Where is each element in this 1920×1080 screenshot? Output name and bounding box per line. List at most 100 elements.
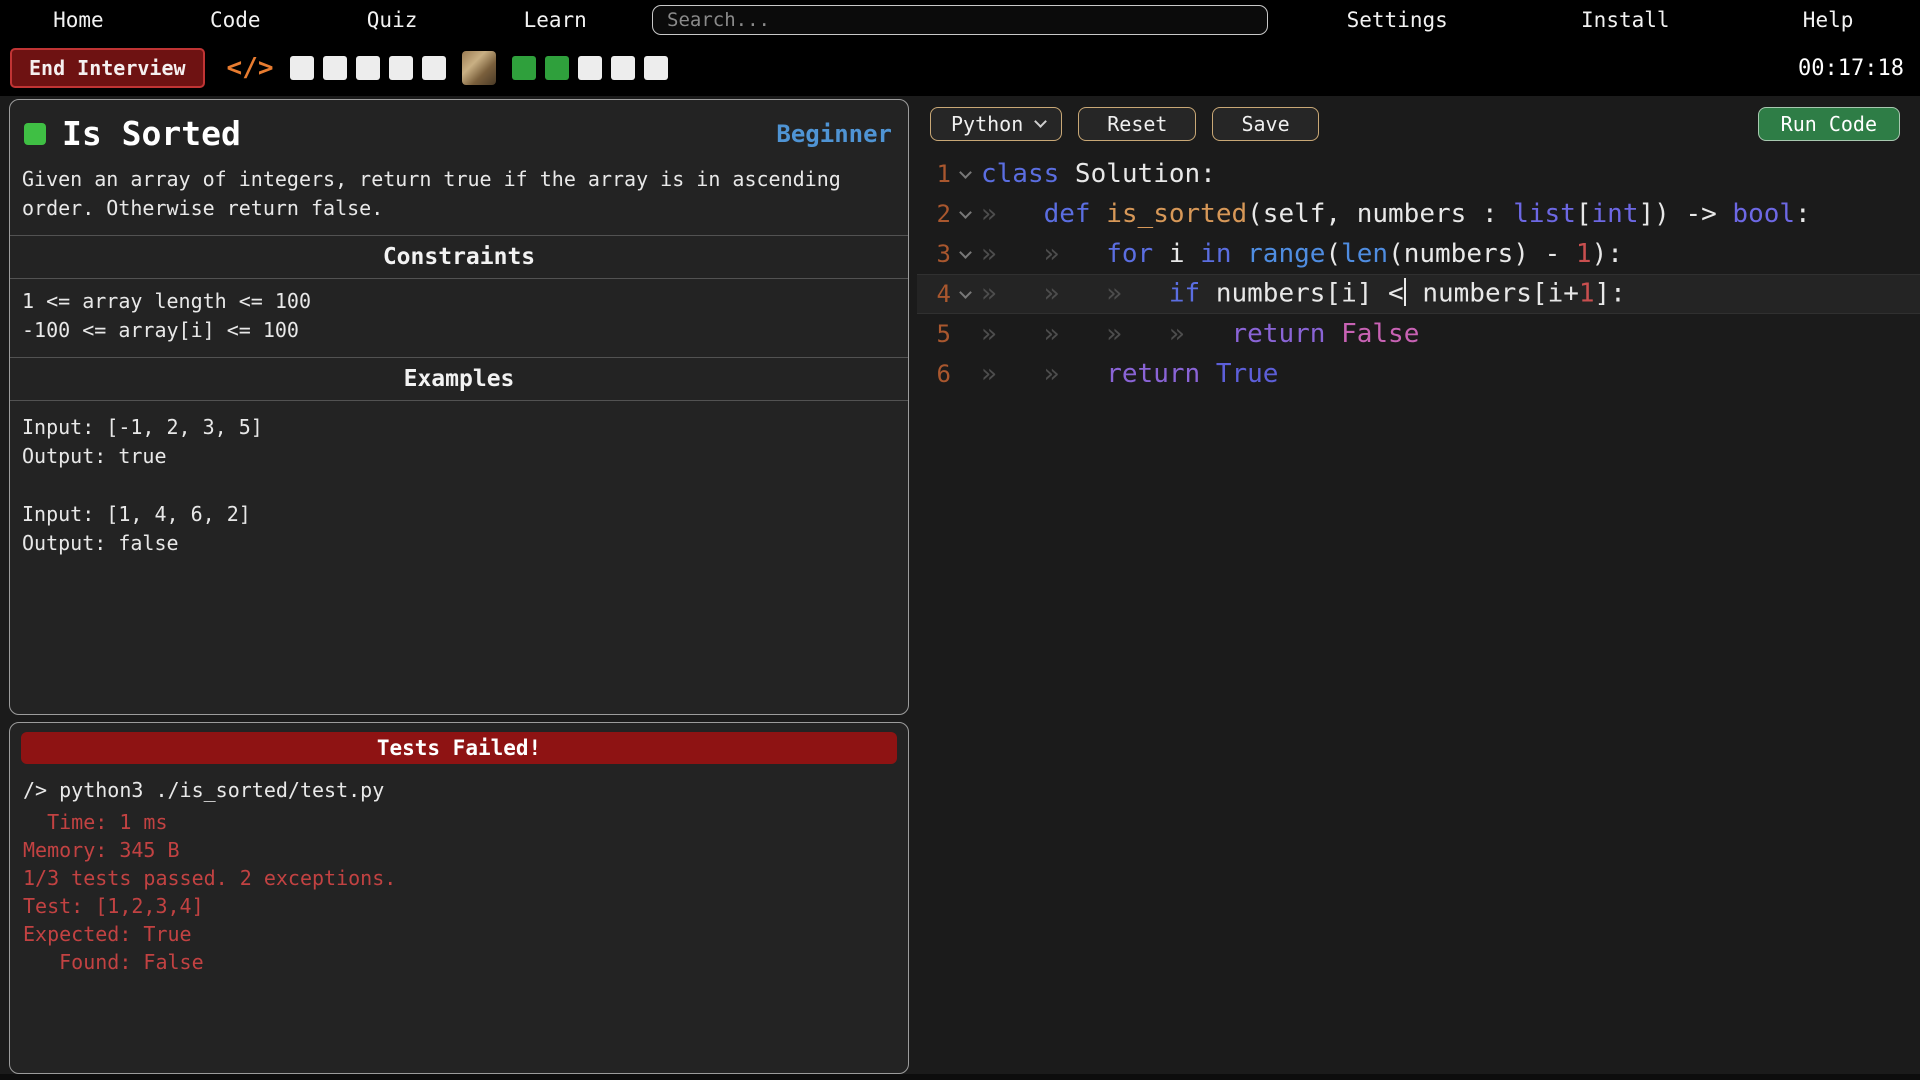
code-brackets-icon: </> — [227, 53, 274, 83]
progress-square-empty[interactable] — [389, 56, 413, 80]
progress-square-done[interactable] — [512, 56, 536, 80]
gutter: 3 — [917, 240, 981, 268]
token: len — [1341, 239, 1388, 269]
code-area[interactable]: 1 class Solution: 2» def is_sorted(self, n… — [917, 154, 1920, 394]
token: Solution: — [1059, 159, 1216, 189]
token: int — [1592, 199, 1639, 229]
fold-chevron-icon[interactable] — [959, 246, 972, 259]
constraint-line: 1 <= array length <= 100 — [22, 287, 896, 316]
example-block: Input: [-1, 2, 3, 5]Output: true — [22, 413, 896, 471]
progress-square-empty[interactable] — [644, 56, 668, 80]
code-line[interactable]: 2» def is_sorted(self, numbers : list[in… — [917, 194, 1920, 234]
gutter: 1 — [917, 160, 981, 188]
tests-status-banner: Tests Failed! — [21, 732, 897, 764]
problem-description: Given an array of integers, return true … — [10, 163, 908, 235]
run-code-button[interactable]: Run Code — [1758, 107, 1900, 141]
code-line[interactable]: 1 class Solution: — [917, 154, 1920, 194]
token — [1200, 359, 1216, 389]
problem-title: Is Sorted — [62, 114, 241, 153]
nav-item-settings[interactable]: Settings — [1347, 8, 1448, 32]
token: ): — [1592, 239, 1623, 269]
token: list — [1513, 199, 1576, 229]
code-text: » » for i in range(len(numbers) - 1): — [981, 239, 1623, 269]
nav-item-home[interactable]: Home — [53, 8, 104, 32]
token: return — [1106, 359, 1200, 389]
progress-square-empty[interactable] — [356, 56, 380, 80]
end-interview-button[interactable]: End Interview — [10, 48, 205, 88]
difficulty-badge: Beginner — [776, 120, 892, 148]
token: ( — [1325, 239, 1341, 269]
indent-marker: » — [1044, 319, 1107, 349]
test-output: Time: 1 msMemory: 345 B1/3 tests passed.… — [10, 808, 908, 976]
line-number: 5 — [931, 320, 951, 348]
save-button[interactable]: Save — [1212, 107, 1318, 141]
code-text: » » return True — [981, 359, 1278, 389]
indent-marker: » — [981, 239, 1044, 269]
indent-marker: » — [981, 319, 1044, 349]
language-select-value: Python — [951, 112, 1023, 136]
problem-status-icon — [24, 123, 46, 145]
indent-marker: » — [981, 199, 1044, 229]
language-select[interactable]: Python — [930, 107, 1062, 141]
progress-square-done[interactable] — [545, 56, 569, 80]
token: for — [1106, 239, 1153, 269]
code-line[interactable]: 5 » » » » return False — [917, 314, 1920, 354]
indent-marker: » — [1106, 279, 1169, 309]
token: ]) -> — [1639, 199, 1733, 229]
progress-squares-left — [290, 56, 446, 80]
examples-list: Input: [-1, 2, 3, 5]Output: true Input: [… — [10, 401, 908, 599]
code-line[interactable]: 6 » » return True — [917, 354, 1920, 394]
progress-square-empty[interactable] — [578, 56, 602, 80]
line-number: 6 — [931, 360, 951, 388]
code-text: » » » » return False — [981, 319, 1419, 349]
fold-chevron-icon[interactable] — [959, 166, 972, 179]
token: range — [1247, 239, 1325, 269]
example-block: Input: [1, 4, 6, 2]Output: false — [22, 500, 896, 558]
left-column: Is Sorted Beginner Given an array of int… — [9, 96, 909, 1074]
gutter: 4 — [917, 280, 981, 308]
progress-square-empty[interactable] — [323, 56, 347, 80]
token: i — [1153, 239, 1200, 269]
reset-button[interactable]: Reset — [1078, 107, 1196, 141]
token: numbers[i] < — [1200, 279, 1404, 309]
fold-slot — [951, 212, 979, 217]
token: False — [1341, 319, 1419, 349]
divider — [10, 357, 908, 358]
progress-square-empty[interactable] — [422, 56, 446, 80]
indent-marker: » — [1106, 319, 1169, 349]
test-result-line: Time: 1 ms — [10, 808, 908, 836]
token: class — [981, 159, 1059, 189]
bottom-bar — [0, 1074, 1920, 1080]
nav-right-group: Settings Install Help — [1280, 8, 1920, 32]
indent-marker: » — [981, 359, 1044, 389]
nav-item-install[interactable]: Install — [1581, 8, 1670, 32]
token: ]: — [1595, 279, 1626, 309]
test-command-line: /> python3 ./is_sorted/test.py — [10, 774, 908, 808]
progress-squares-right — [512, 56, 668, 80]
example-output: Output: true — [22, 442, 896, 471]
example-output: Output: false — [22, 529, 896, 558]
gutter: 2 — [917, 200, 981, 228]
fold-chevron-icon[interactable] — [959, 206, 972, 219]
fold-chevron-icon[interactable] — [959, 286, 972, 299]
token: is_sorted — [1106, 199, 1247, 229]
code-line[interactable]: 3» » for i in range(len(numbers) - 1): — [917, 234, 1920, 274]
nav-item-quiz[interactable]: Quiz — [367, 8, 418, 32]
avatar[interactable] — [462, 51, 496, 85]
progress-square-empty[interactable] — [611, 56, 635, 80]
nav-item-help[interactable]: Help — [1803, 8, 1854, 32]
test-result-line: Memory: 345 B — [10, 836, 908, 864]
nav-item-learn[interactable]: Learn — [524, 8, 587, 32]
top-nav: Home Code Quiz Learn Settings Install Help — [0, 0, 1920, 40]
chevron-down-icon — [1034, 115, 1047, 128]
nav-item-code[interactable]: Code — [210, 8, 261, 32]
code-editor-panel: Python Reset Save Run Code 1 class Soluti… — [917, 96, 1920, 1074]
divider — [10, 235, 908, 236]
indent-marker: » — [1169, 319, 1232, 349]
fold-slot — [951, 292, 979, 297]
code-line[interactable]: 4» » » if numbers[i] < numbers[i+1]: — [917, 274, 1920, 314]
line-number: 1 — [931, 160, 951, 188]
test-result-line: Test: [1,2,3,4] — [10, 892, 908, 920]
search-input[interactable] — [652, 5, 1268, 35]
progress-square-empty[interactable] — [290, 56, 314, 80]
